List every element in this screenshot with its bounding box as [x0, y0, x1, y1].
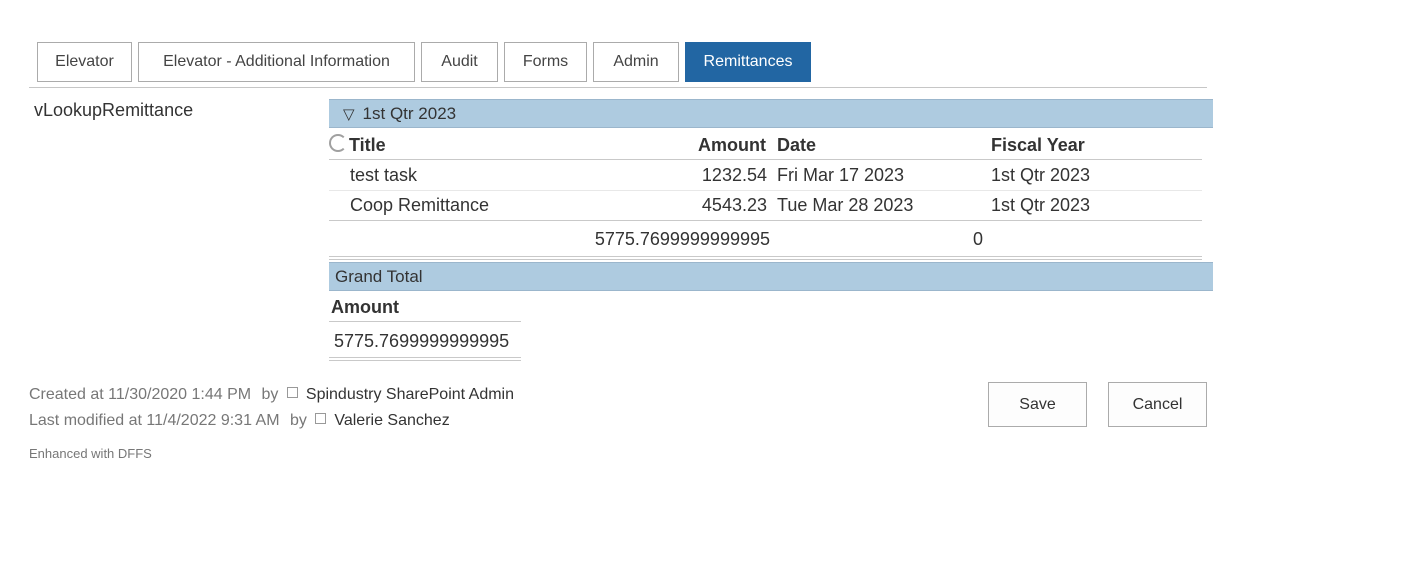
grand-total-footer-line — [329, 360, 521, 361]
row-date: Tue Mar 28 2023 — [777, 195, 914, 215]
tab-divider — [29, 87, 1207, 88]
enhanced-with-dffs: Enhanced with DFFS — [29, 446, 152, 461]
row-date: Fri Mar 17 2023 — [777, 165, 905, 185]
modified-info: Last modified at 11/4/2022 9:31 AM by Va… — [29, 412, 450, 430]
row-amount: 1232.54 — [701, 165, 767, 185]
modified-by-user[interactable]: Valerie Sanchez — [334, 412, 449, 429]
group-total-amount: 5775.7699999999995 — [594, 229, 770, 249]
column-header-date[interactable]: Date — [777, 135, 816, 156]
column-header-title[interactable]: Title — [349, 135, 386, 156]
tab-forms[interactable]: Forms — [504, 42, 587, 82]
tab-admin[interactable]: Admin — [593, 42, 679, 82]
group-header[interactable]: ▽ 1st Qtr 2023 — [329, 99, 1213, 128]
loading-spinner-icon — [329, 134, 347, 152]
grand-total-divider — [329, 321, 521, 322]
grand-total-header: Grand Total — [329, 262, 1213, 291]
created-at: Created at 11/30/2020 1:44 PM — [29, 386, 252, 403]
tab-audit[interactable]: Audit — [421, 42, 498, 82]
collapse-triangle-icon[interactable]: ▽ — [343, 105, 355, 123]
row-fiscal-year: 1st Qtr 2023 — [991, 195, 1091, 215]
grand-total-amount: 5775.7699999999995 — [334, 331, 510, 351]
totals-divider — [329, 220, 1202, 221]
created-by-label: by — [261, 386, 279, 403]
grand-total-footer-line — [329, 357, 521, 358]
presence-icon — [286, 387, 298, 399]
cancel-button[interactable]: Cancel — [1108, 382, 1207, 427]
group-label: 1st Qtr 2023 — [362, 103, 457, 123]
group-footer-line — [329, 259, 1202, 260]
row-title: test task — [350, 165, 418, 185]
row-fiscal-year: 1st Qtr 2023 — [991, 165, 1091, 185]
tab-elevator[interactable]: Elevator — [37, 42, 132, 82]
tab-remittances[interactable]: Remittances — [685, 42, 811, 82]
row-divider — [329, 190, 1202, 191]
group-footer-line — [329, 256, 1202, 257]
row-title: Coop Remittance — [350, 195, 490, 215]
save-button[interactable]: Save — [988, 382, 1087, 427]
created-info: Created at 11/30/2020 1:44 PM by Spindus… — [29, 386, 514, 404]
field-label: vLookupRemittance — [34, 100, 194, 120]
header-divider — [329, 159, 1202, 160]
presence-icon — [315, 413, 327, 425]
created-by-user[interactable]: Spindustry SharePoint Admin — [306, 386, 514, 403]
modified-by-label: by — [290, 412, 307, 429]
column-header-amount[interactable]: Amount — [660, 135, 766, 156]
grand-total-amount-header: Amount — [331, 297, 399, 317]
tab-elevator-additional-information[interactable]: Elevator - Additional Information — [138, 42, 415, 82]
modified-at: Last modified at 11/4/2022 9:31 AM — [29, 412, 280, 429]
column-header-fiscal-year[interactable]: Fiscal Year — [991, 135, 1085, 156]
remittances-form: Elevator Elevator - Additional Informati… — [0, 0, 1402, 563]
tab-bar: Elevator Elevator - Additional Informati… — [37, 42, 811, 82]
group-total-count: 0 — [973, 229, 984, 249]
row-amount: 4543.23 — [701, 195, 767, 215]
